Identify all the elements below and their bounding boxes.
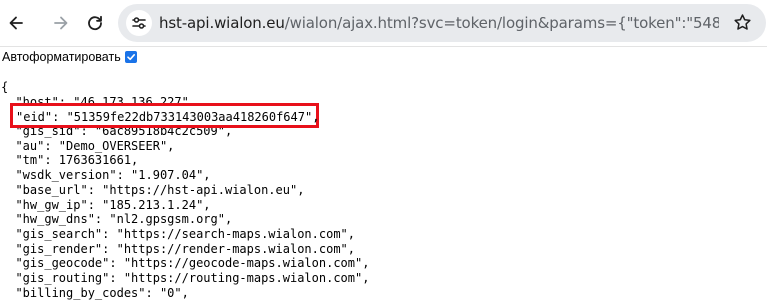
eid-line: "eid": "51359fe22db733143003aa418260f647… (16, 110, 320, 124)
site-info-icon (132, 17, 146, 29)
json-line: "gis_geocode": "https://geocode-maps.wia… (1, 256, 370, 271)
json-line: "hw_gw_dns": "nl2.gpsgsm.org", (1, 212, 233, 227)
json-line: "tm": 1763631661, (1, 153, 139, 168)
json-line: "gis_search": "https://search-maps.wialo… (1, 226, 356, 241)
json-line: "gis_render": "https://render-maps.wialo… (1, 241, 356, 256)
forward-button[interactable] (45, 7, 77, 39)
autoformat-label: Автоформатировать (2, 50, 121, 64)
browser-toolbar: hst-api.wialon.eu/wialon/ajax.html?svc=t… (0, 0, 767, 47)
json-line: "hw_gw_ip": "185.213.1.24", (1, 197, 211, 212)
back-button[interactable] (0, 7, 32, 39)
json-line: "au": "Demo_OVERSEER", (1, 138, 175, 153)
address-bar[interactable]: hst-api.wialon.eu/wialon/ajax.html?svc=t… (118, 4, 766, 42)
url-path: /wialon/ajax.html?svc=token/login&params… (284, 14, 719, 32)
json-line: { (1, 80, 9, 94)
json-line: "wsdk_version": "1.907.04", (1, 168, 211, 183)
site-info-button[interactable] (126, 10, 152, 36)
autoformat-checkbox[interactable] (124, 51, 137, 63)
checkmark-icon (126, 54, 135, 61)
autoformat-control[interactable]: Автоформатировать (2, 49, 137, 65)
bookmark-button[interactable] (733, 13, 752, 37)
url-text[interactable]: hst-api.wialon.eu/wialon/ajax.html?svc=t… (159, 14, 719, 32)
json-line: "billing_by_codes": "0", (1, 285, 189, 300)
json-line: "base_url": "https://hst-api.wialon.eu", (1, 182, 305, 197)
json-line: "gis_routing": "https://routing-maps.wia… (1, 270, 370, 285)
url-host: hst-api.wialon.eu (159, 14, 285, 32)
arrow-left-icon (9, 16, 23, 30)
reload-icon (88, 15, 102, 31)
star-icon (734, 14, 751, 30)
reload-button[interactable] (79, 7, 111, 39)
arrow-right-icon (54, 16, 68, 30)
